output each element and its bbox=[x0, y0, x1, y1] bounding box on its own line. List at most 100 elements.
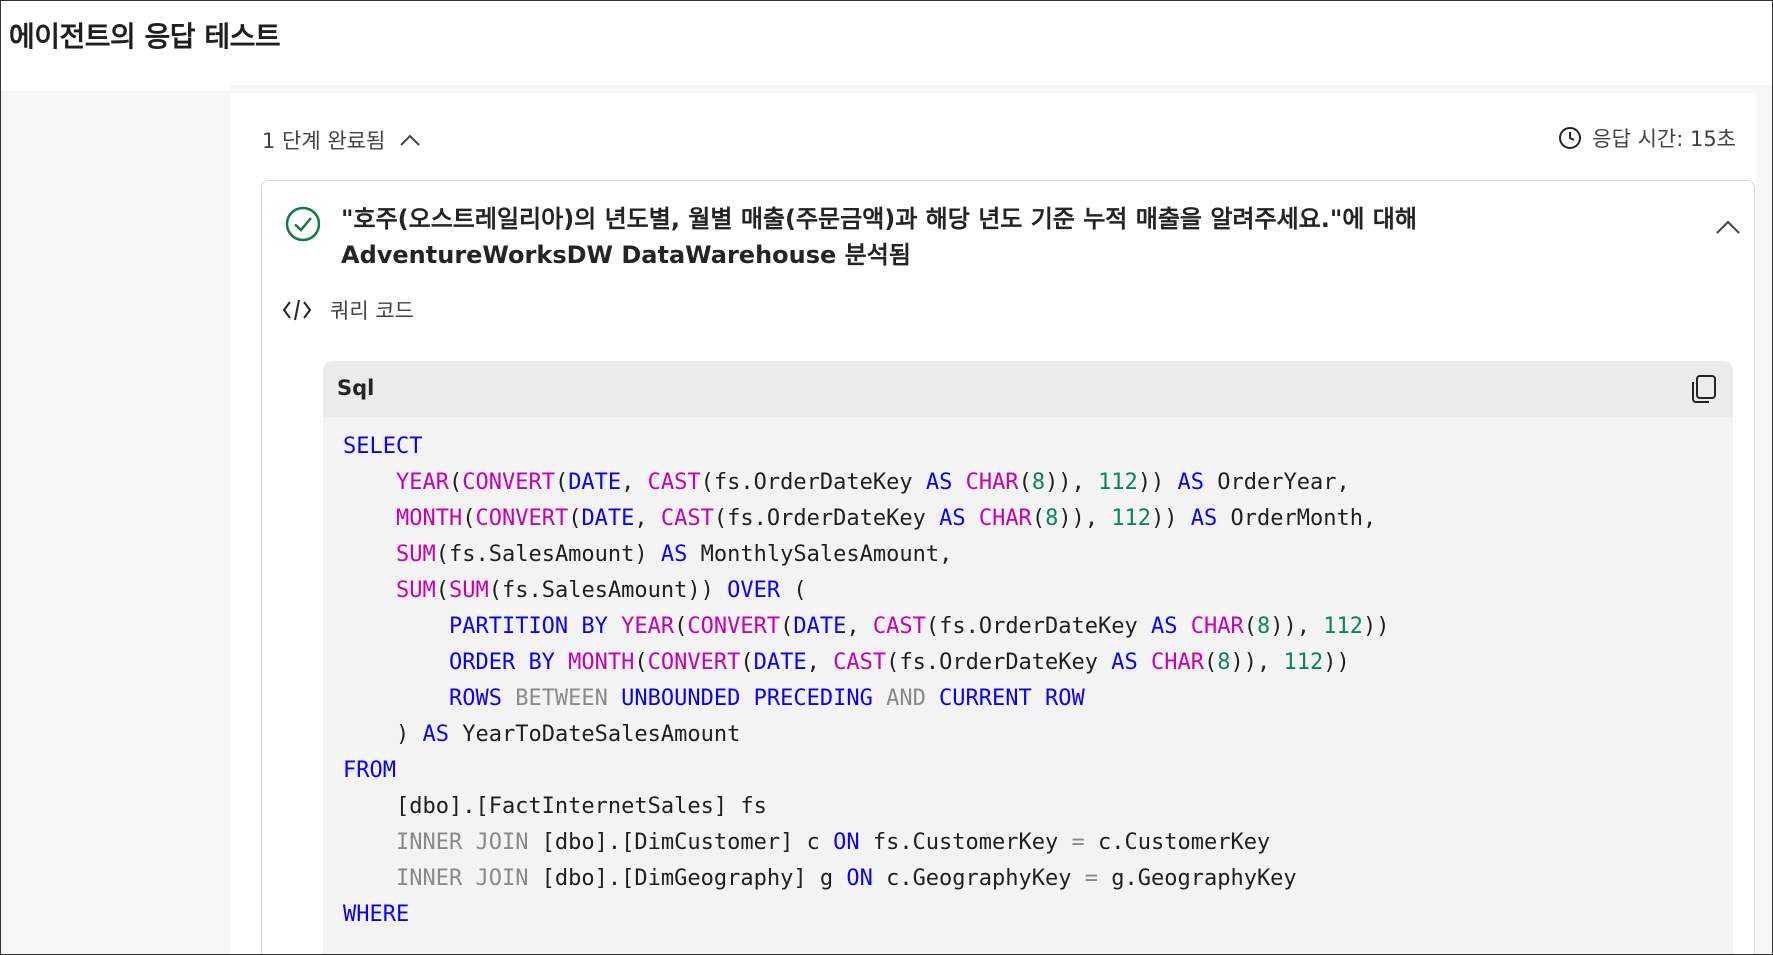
chevron-up-icon bbox=[400, 134, 421, 146]
top-band bbox=[230, 85, 1772, 93]
code-token: ON bbox=[833, 830, 860, 855]
response-time: 응답 시간: 15초 bbox=[1558, 123, 1736, 153]
code-token: , bbox=[1071, 470, 1099, 495]
copy-icon[interactable] bbox=[1689, 373, 1719, 405]
page-title: 에이전트의 응답 테스트 bbox=[9, 20, 281, 53]
code-token: AS bbox=[1164, 470, 1205, 495]
code-token: , bbox=[846, 614, 873, 639]
code-token: [dbo].[DimCustomer] c bbox=[528, 830, 834, 855]
code-token: CAST bbox=[833, 650, 887, 675]
code-line: INNER JOIN [dbo].[DimCustomer] c ON fs.C… bbox=[343, 825, 1390, 861]
code-token: UNBOUNDED PRECEDING bbox=[607, 686, 873, 711]
code-token: CHAR bbox=[1177, 614, 1244, 639]
code-token: WHERE bbox=[343, 902, 410, 927]
code-token: ON bbox=[846, 866, 873, 891]
collapse-chevron-up-icon[interactable] bbox=[1712, 213, 1744, 241]
code-token: AS bbox=[1177, 506, 1218, 531]
code-token: ( bbox=[674, 614, 688, 639]
step-title: "호주(오스트레일리아)의 년도별, 월별 매출(주문금액)과 해당 년도 기준… bbox=[341, 205, 1417, 269]
clock-icon bbox=[1559, 127, 1582, 149]
code-header: Sql bbox=[323, 361, 1733, 417]
code-token: YEAR bbox=[607, 614, 675, 639]
code-token: DATE bbox=[568, 470, 622, 495]
code-token: (fs.SalesAmount) bbox=[435, 542, 661, 567]
code-token: AS bbox=[925, 470, 953, 495]
code-token: FROM bbox=[343, 758, 396, 783]
code-token: SELECT bbox=[343, 434, 423, 459]
code-token: 112 bbox=[1283, 650, 1324, 675]
code-token: INNER JOIN bbox=[395, 830, 529, 855]
code-token: ( bbox=[780, 578, 807, 603]
query-code-section[interactable]: 쿼리 코드 bbox=[282, 295, 414, 325]
code-line: SUM(SUM(fs.SalesAmount)) OVER ( bbox=[343, 573, 1390, 609]
sql-code[interactable]: SELECT YEAR(CONVERT(DATE, CAST(fs.OrderD… bbox=[343, 429, 1390, 933]
code-token: )) bbox=[1363, 614, 1390, 639]
code-token: CAST bbox=[660, 506, 714, 531]
code-token: CONVERT bbox=[475, 506, 569, 531]
code-token: CONVERT bbox=[647, 650, 741, 675]
code-line: ORDER BY MONTH(CONVERT(DATE, CAST(fs.Ord… bbox=[343, 645, 1390, 681]
code-token: )) bbox=[1058, 506, 1085, 531]
code-token: ) bbox=[343, 722, 423, 747]
code-token: (fs.OrderDateKey bbox=[700, 470, 926, 495]
code-token: , bbox=[1084, 506, 1112, 531]
code-token: 112 bbox=[1323, 614, 1363, 639]
code-token: ( bbox=[448, 470, 463, 495]
response-time-label: 응답 시간: 15초 bbox=[1592, 127, 1736, 151]
code-token: AS bbox=[1111, 650, 1138, 675]
code-token: CONVERT bbox=[687, 614, 781, 639]
code-token: (fs.OrderDateKey bbox=[886, 650, 1112, 675]
code-token: AS bbox=[1151, 614, 1178, 639]
code-token: CHAR bbox=[952, 470, 1019, 495]
code-token: MONTH bbox=[554, 650, 635, 675]
code-block: Sql SELECT YEAR(CONVERT(DATE, CAST(fs.Or… bbox=[323, 361, 1733, 954]
right-gutter bbox=[1756, 91, 1772, 954]
code-token: AS bbox=[939, 506, 966, 531]
code-token: (fs.SalesAmount)) bbox=[488, 578, 728, 603]
code-token: 8 bbox=[1045, 506, 1059, 531]
code-token: g.GeographyKey bbox=[1098, 866, 1297, 891]
code-token: ORDER BY bbox=[448, 650, 555, 675]
code-token: SUM bbox=[395, 578, 436, 603]
code-token: BETWEEN bbox=[501, 686, 608, 711]
code-token: , bbox=[634, 506, 661, 531]
code-line: SUM(fs.SalesAmount) AS MonthlySalesAmoun… bbox=[343, 537, 1390, 573]
code-language: Sql bbox=[337, 376, 375, 400]
code-token: 112 bbox=[1111, 506, 1152, 531]
code-token: )) bbox=[1151, 506, 1178, 531]
code-token: OVER bbox=[727, 578, 781, 603]
code-token: [dbo].[FactInternetSales] fs bbox=[343, 794, 767, 819]
code-line: WHERE bbox=[343, 897, 1390, 933]
code-token: CHAR bbox=[965, 506, 1032, 531]
code-token: SUM bbox=[448, 578, 489, 603]
code-token: PARTITION BY bbox=[448, 614, 608, 639]
code-token: ( bbox=[740, 650, 754, 675]
code-token: OrderMonth, bbox=[1217, 506, 1377, 531]
code-token: ( bbox=[1204, 650, 1218, 675]
code-token: ( bbox=[1018, 470, 1032, 495]
code-token: ( bbox=[1243, 614, 1257, 639]
code-token: ( bbox=[462, 506, 476, 531]
code-token: DATE bbox=[581, 506, 635, 531]
code-token: INNER JOIN bbox=[395, 866, 529, 891]
code-token: AND bbox=[872, 686, 926, 711]
code-token: CHAR bbox=[1137, 650, 1205, 675]
code-token: DATE bbox=[753, 650, 807, 675]
code-token: AS bbox=[660, 542, 688, 567]
code-token: ROWS bbox=[448, 686, 502, 711]
code-token: (fs.OrderDateKey bbox=[713, 506, 940, 531]
code-token: , bbox=[806, 650, 834, 675]
steps-toggle[interactable]: 1 단계 완료됨 bbox=[262, 125, 421, 155]
code-token: DATE bbox=[793, 614, 847, 639]
code-line: FROM bbox=[343, 753, 1390, 789]
code-token: YEAR bbox=[395, 470, 449, 495]
code-token: , bbox=[1296, 614, 1324, 639]
code-line: YEAR(CONVERT(DATE, CAST(fs.OrderDateKey … bbox=[343, 465, 1390, 501]
code-line: SELECT bbox=[343, 429, 1390, 465]
code-token: )) bbox=[1323, 650, 1350, 675]
